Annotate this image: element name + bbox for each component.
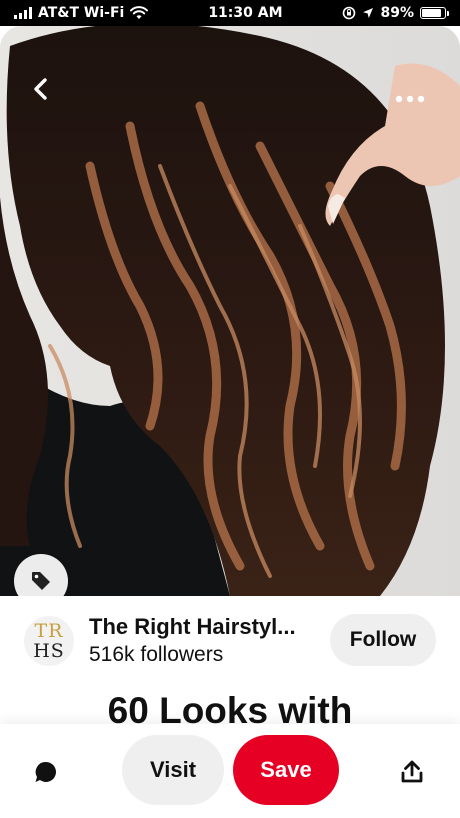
follower-count: 516k followers [89, 643, 224, 666]
tag-icon [32, 572, 50, 590]
share-icon [401, 760, 423, 783]
visit-button[interactable]: Visit [122, 735, 224, 805]
more-options-button[interactable] [384, 76, 436, 122]
status-left: AT&T Wi-Fi [14, 5, 149, 21]
signal-icon [14, 7, 32, 19]
clock: 11:30 AM [208, 5, 283, 21]
avatar[interactable]: TR HS [24, 616, 74, 666]
screen-rotation-lock-icon [343, 6, 356, 20]
status-right: 89% [342, 5, 449, 21]
comment-icon [35, 761, 56, 782]
carrier-label: AT&T Wi-Fi [38, 5, 125, 21]
share-button[interactable] [390, 750, 434, 794]
avatar-initials-bottom: HS [33, 640, 65, 662]
battery-percent: 89% [380, 5, 414, 21]
avatar-initials-top: TR [34, 620, 64, 642]
pin-image[interactable] [0, 26, 460, 596]
battery-icon [420, 7, 449, 19]
action-bar: Visit Save [0, 724, 460, 818]
creator-row: TR HS The Right Hairstyl... 516k followe… [0, 608, 460, 672]
location-arrow-icon [363, 8, 374, 18]
comment-button[interactable] [24, 750, 68, 794]
more-options-icon [395, 95, 425, 103]
status-bar: AT&T Wi-Fi 11:30 AM 89% [0, 0, 460, 26]
back-arrow-icon [34, 78, 47, 100]
back-button[interactable] [18, 66, 64, 112]
save-button[interactable]: Save [233, 735, 339, 805]
wifi-icon [130, 6, 149, 19]
creator-name[interactable]: The Right Hairstyl... [89, 614, 296, 640]
follow-button[interactable]: Follow [330, 614, 436, 666]
